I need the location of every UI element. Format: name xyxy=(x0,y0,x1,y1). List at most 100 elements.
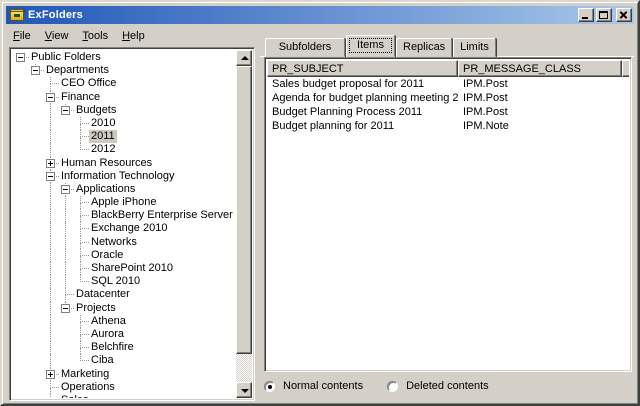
tree-item[interactable]: Datacenter xyxy=(12,288,236,301)
close-button[interactable] xyxy=(616,8,632,22)
collapse-icon[interactable] xyxy=(61,106,70,115)
tree-guide-line xyxy=(50,249,51,262)
column-header[interactable]: PR_SUBJECT xyxy=(267,60,458,77)
tree-item[interactable]: Oracle xyxy=(12,249,236,262)
tree-item-label[interactable]: SharePoint 2010 xyxy=(89,262,175,275)
tree-item-label[interactable]: Sales xyxy=(59,394,91,398)
column-header[interactable]: PR_MESSAGE_CLASS xyxy=(458,60,622,77)
tree-item-label[interactable]: Networks xyxy=(89,236,139,249)
tree-item[interactable]: Public Folders xyxy=(12,51,236,64)
radio-button-icon[interactable] xyxy=(264,381,275,392)
menu-file[interactable]: File xyxy=(6,28,38,44)
tree-guide-line xyxy=(50,302,51,315)
tree-item[interactable]: CEO Office xyxy=(12,77,236,90)
list-item-cell: IPM.Post xyxy=(458,105,622,119)
tree-item-label[interactable]: Exchange 2010 xyxy=(89,222,169,235)
tree-item-label[interactable]: Budgets xyxy=(74,104,118,117)
tree-item[interactable]: Information Technology xyxy=(12,170,236,183)
tree-item[interactable]: Operations xyxy=(12,381,236,394)
tree-guide-line xyxy=(50,143,51,156)
tree-scrollbar[interactable] xyxy=(236,50,252,398)
menu-help[interactable]: Help xyxy=(115,28,152,44)
collapse-icon[interactable] xyxy=(46,172,55,181)
tree-item[interactable]: Ciba xyxy=(12,354,236,367)
tree-item[interactable]: Marketing xyxy=(12,368,236,381)
tree-item[interactable]: SharePoint 2010 xyxy=(12,262,236,275)
tree-item-label[interactable]: Ciba xyxy=(89,354,116,367)
tree-item[interactable]: Budgets xyxy=(12,104,236,117)
collapse-icon[interactable] xyxy=(61,304,70,313)
tree-item[interactable]: Human Resources xyxy=(12,157,236,170)
tree-item[interactable]: BlackBerry Enterprise Server xyxy=(12,209,236,222)
tab-items[interactable]: Items xyxy=(346,35,395,57)
tree-item[interactable]: Projects xyxy=(12,302,236,315)
list-item-cell: Budget Planning Process 2011 xyxy=(267,105,458,119)
collapse-icon[interactable] xyxy=(46,93,55,102)
tree-item-label[interactable]: Datacenter xyxy=(74,288,132,301)
tree-item[interactable]: 2012 xyxy=(12,143,236,156)
tree-item-label[interactable]: Public Folders xyxy=(29,51,103,64)
tree-item-label[interactable]: Finance xyxy=(59,91,102,104)
scrollbar-thumb[interactable] xyxy=(236,66,252,354)
tree-item[interactable]: Belchfire xyxy=(12,341,236,354)
tree-item-label[interactable]: SQL 2010 xyxy=(89,275,142,288)
tree-guide-line xyxy=(80,215,89,216)
list-item[interactable]: Budget Planning Process 2011IPM.Post xyxy=(267,105,629,119)
tree-item-label[interactable]: Projects xyxy=(74,302,118,315)
list-item[interactable]: Sales budget proposal for 2011IPM.Post xyxy=(267,77,629,91)
tree-item[interactable]: Applications xyxy=(12,183,236,196)
minimize-button[interactable] xyxy=(578,8,594,22)
scroll-down-button[interactable] xyxy=(236,382,252,398)
expand-icon[interactable] xyxy=(46,159,55,168)
tree-item-label[interactable]: Departments xyxy=(44,64,111,77)
menu-tools[interactable]: Tools xyxy=(75,28,115,44)
menu-view[interactable]: View xyxy=(38,28,76,44)
tree-item-label[interactable]: Operations xyxy=(59,381,117,394)
tree-item-label[interactable]: Apple iPhone xyxy=(89,196,158,209)
maximize-button[interactable] xyxy=(596,8,612,22)
tree-item-label[interactable]: Human Resources xyxy=(59,157,154,170)
tree-guide-line xyxy=(50,275,51,288)
column-header-filler xyxy=(622,60,629,77)
scroll-up-button[interactable] xyxy=(236,50,252,66)
titlebar[interactable]: ExFolders xyxy=(6,6,634,24)
tree-item-label[interactable]: Aurora xyxy=(89,328,126,341)
tree-item-label[interactable]: Marketing xyxy=(59,368,111,381)
tree-item[interactable]: Exchange 2010 xyxy=(12,222,236,235)
collapse-icon[interactable] xyxy=(16,53,25,62)
tree-item[interactable]: Apple iPhone xyxy=(12,196,236,209)
collapse-icon[interactable] xyxy=(61,185,70,194)
tree-item-label[interactable]: 2012 xyxy=(89,143,117,156)
tree-item-label[interactable]: CEO Office xyxy=(59,77,118,90)
collapse-icon[interactable] xyxy=(31,66,40,75)
radio-normal-contents[interactable]: Normal contents xyxy=(264,380,363,392)
tree-item[interactable]: SQL 2010 xyxy=(12,275,236,288)
tree-item[interactable]: Finance xyxy=(12,91,236,104)
tree-item-label[interactable]: Oracle xyxy=(89,249,125,262)
tree-item-label[interactable]: BlackBerry Enterprise Server xyxy=(89,209,235,222)
list-item-cell: Budget planning for 2011 xyxy=(267,119,458,133)
tab-replicas[interactable]: Replicas xyxy=(396,38,452,57)
tree-item-label[interactable]: Belchfire xyxy=(89,341,136,354)
app-window: ExFolders FileViewToolsHelp Public Folde… xyxy=(0,0,640,406)
tab-limits[interactable]: Limits xyxy=(453,38,496,57)
contents-filter: Normal contents Deleted contents xyxy=(264,376,628,396)
radio-button-icon[interactable] xyxy=(387,381,398,392)
tree-item-label[interactable]: Applications xyxy=(74,183,137,196)
list-item[interactable]: Agenda for budget planning meeting 23 J.… xyxy=(267,91,629,105)
tree-item-label[interactable]: 2011 xyxy=(89,130,117,143)
tree-item[interactable]: Departments xyxy=(12,64,236,77)
tab-subfolders[interactable]: Subfolders xyxy=(265,38,345,57)
tree-item-label[interactable]: 2010 xyxy=(89,117,117,130)
tree-item[interactable]: Networks xyxy=(12,236,236,249)
expand-icon[interactable] xyxy=(46,370,55,379)
tree-item-label[interactable]: Athena xyxy=(89,315,128,328)
tree-item[interactable]: 2011 xyxy=(12,130,236,143)
list-item[interactable]: Budget planning for 2011IPM.Note xyxy=(267,119,629,133)
tree-item[interactable]: Sales xyxy=(12,394,236,398)
tree-item-label[interactable]: Information Technology xyxy=(59,170,177,183)
tree-item[interactable]: 2010 xyxy=(12,117,236,130)
tree-item[interactable]: Aurora xyxy=(12,328,236,341)
radio-deleted-contents[interactable]: Deleted contents xyxy=(387,380,489,392)
tree-item[interactable]: Athena xyxy=(12,315,236,328)
